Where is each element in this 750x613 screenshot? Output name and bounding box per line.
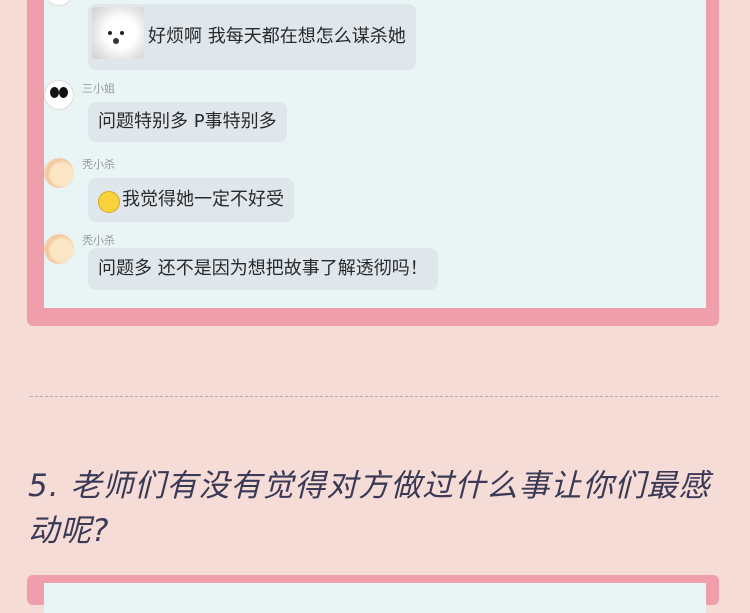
peach-avatar xyxy=(44,158,74,188)
message-bubble: 好烦啊 我每天都在想怎么谋杀她 xyxy=(88,4,416,70)
message-text: 好烦啊 我每天都在想怎么谋杀她 xyxy=(148,26,406,47)
sender-name: 三小姐 xyxy=(82,82,115,95)
chat-screenshot-card: 好烦啊 我每天都在想怎么谋杀她 三小姐 问题特别多 P事特别多 秃小杀 我觉得她… xyxy=(27,0,719,326)
peach-avatar xyxy=(44,234,74,264)
seal-sticker-image xyxy=(92,7,144,59)
dashed-divider xyxy=(30,396,718,397)
question-heading: 5. 老师们有没有觉得对方做过什么事让你们最感动呢? xyxy=(28,468,711,549)
panda-avatar xyxy=(44,80,74,110)
sender-name: 秃小杀 xyxy=(82,158,115,171)
next-chat-panel xyxy=(44,583,706,613)
sender-name: 秃小杀 xyxy=(82,234,115,247)
message-bubble: 问题多 还不是因为想把故事了解透彻吗！ xyxy=(88,248,438,290)
chat-panel: 好烦啊 我每天都在想怎么谋杀她 三小姐 问题特别多 P事特别多 秃小杀 我觉得她… xyxy=(44,0,706,308)
panda-avatar xyxy=(44,0,74,6)
message-bubble: 问题特别多 P事特别多 xyxy=(88,102,287,142)
message-text: 问题多 还不是因为想把故事了解透彻吗！ xyxy=(98,258,428,279)
thinking-face-icon xyxy=(98,191,120,213)
message-bubble: 我觉得她一定不好受 xyxy=(88,178,294,222)
message-text: 问题特别多 P事特别多 xyxy=(98,111,277,132)
message-text: 我觉得她一定不好受 xyxy=(122,189,284,210)
next-chat-card xyxy=(27,575,719,613)
